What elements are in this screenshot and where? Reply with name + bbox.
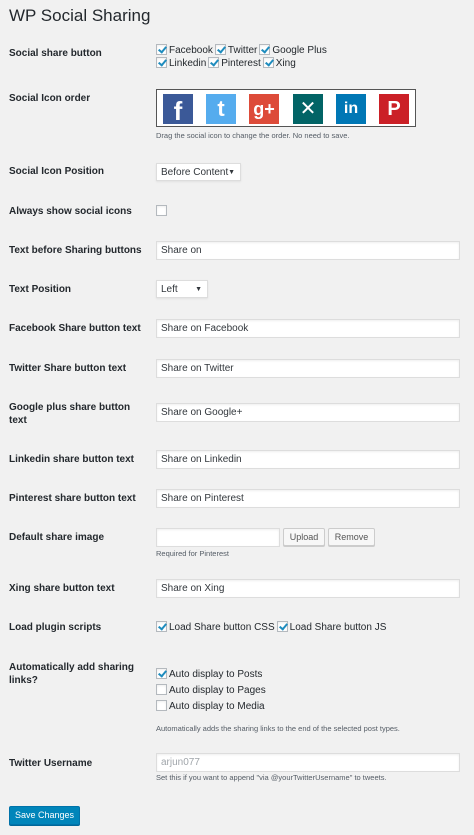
- facebook-checkbox[interactable]: [156, 44, 167, 55]
- always-show-label: Always show social icons: [9, 206, 132, 217]
- always-show-wrap: [156, 205, 167, 217]
- linkedin-option[interactable]: Linkedin: [156, 57, 206, 70]
- default-image-input[interactable]: [156, 528, 280, 547]
- text-position-label: Text Position: [9, 284, 72, 295]
- twitter-text-label: Twitter Share button text: [9, 363, 127, 374]
- load-css-checkbox[interactable]: [156, 621, 167, 632]
- social-share-button-label: Social share button: [9, 48, 102, 59]
- pinterest-checkbox[interactable]: [208, 57, 220, 68]
- text-before-input[interactable]: Share on: [156, 241, 460, 260]
- facebook-text-label: Facebook Share button text: [9, 323, 141, 334]
- xing-text-label: Xing share button text: [9, 583, 115, 594]
- twitter-username-label: Twitter Username: [9, 758, 93, 769]
- facebook-option[interactable]: Facebook: [156, 44, 213, 57]
- xing-option[interactable]: Xing: [262, 57, 296, 70]
- default-image-label: Default share image: [9, 532, 105, 543]
- twitter-option[interactable]: Twitter: [214, 44, 257, 57]
- always-show-checkbox[interactable]: [156, 205, 167, 216]
- icon-position-select[interactable]: Before Content ▼: [156, 163, 241, 181]
- auto-add-options: Auto display to Posts Auto display to Pa…: [156, 667, 268, 715]
- dropdown-arrow-icon: ▼: [195, 286, 202, 293]
- social-share-button-options: Facebook Twitter Google Plus Linkedin Pinte…: [156, 44, 356, 70]
- xing-checkbox[interactable]: [262, 57, 274, 68]
- xing-icon[interactable]: ✕: [293, 94, 323, 124]
- icon-order-label: Social Icon order: [9, 93, 91, 104]
- icon-order-box: f t g+ ✕ in P: [156, 89, 416, 127]
- twitter-username-input[interactable]: arjun077: [156, 753, 460, 772]
- dropdown-arrow-icon: ▼: [228, 169, 235, 176]
- auto-media-option[interactable]: Auto display to Media: [156, 699, 265, 715]
- remove-button[interactable]: Remove: [328, 528, 375, 546]
- pinterest-option[interactable]: Pinterest: [208, 57, 261, 70]
- linkedin-checkbox[interactable]: [156, 57, 167, 68]
- auto-posts-option[interactable]: Auto display to Posts: [156, 667, 262, 683]
- auto-pages-checkbox[interactable]: [156, 684, 167, 695]
- pinterest-text-label: Pinterest share button text: [9, 493, 136, 504]
- facebook-text-input[interactable]: Share on Facebook: [156, 319, 460, 338]
- googleplus-text-label: Google plus share button text: [9, 402, 131, 426]
- text-position-select[interactable]: Left ▼: [156, 280, 208, 298]
- auto-add-description: Automatically adds the sharing links to …: [156, 724, 400, 733]
- linkedin-text-label: Linkedin share button text: [9, 454, 135, 465]
- auto-add-label: Automatically add sharing links?: [9, 662, 135, 686]
- twitter-checkbox[interactable]: [214, 44, 226, 55]
- load-js-checkbox[interactable]: [276, 621, 288, 632]
- plugin-scripts-options: Load Share button CSS Load Share button J…: [156, 621, 456, 633]
- google-plus-checkbox[interactable]: [259, 44, 271, 55]
- auto-pages-option[interactable]: Auto display to Pages: [156, 683, 266, 699]
- twitter-username-description: Set this if you want to append "via @you…: [156, 773, 387, 782]
- icon-order-description: Drag the social icon to change the order…: [156, 131, 350, 140]
- google-plus-option[interactable]: Google Plus: [259, 44, 327, 57]
- auto-media-checkbox[interactable]: [156, 700, 167, 711]
- page-title: WP Social Sharing: [9, 6, 151, 25]
- upload-button[interactable]: Upload: [283, 528, 325, 546]
- xing-text-input[interactable]: Share on Xing: [156, 579, 460, 598]
- auto-posts-checkbox[interactable]: [156, 668, 167, 679]
- googleplus-text-input[interactable]: Share on Google+: [156, 403, 460, 422]
- pinterest-icon[interactable]: P: [379, 94, 409, 124]
- linkedin-text-input[interactable]: Share on Linkedin: [156, 450, 460, 469]
- google-plus-icon[interactable]: g+: [249, 94, 279, 124]
- load-css-option[interactable]: Load Share button CSS: [156, 621, 275, 633]
- plugin-scripts-label: Load plugin scripts: [9, 622, 102, 633]
- twitter-icon[interactable]: t: [206, 94, 236, 124]
- load-js-option[interactable]: Load Share button JS: [276, 621, 386, 633]
- default-image-description: Required for Pinterest: [156, 549, 229, 558]
- icon-position-label: Social Icon Position: [9, 166, 105, 177]
- pinterest-text-input[interactable]: Share on Pinterest: [156, 489, 460, 508]
- twitter-text-input[interactable]: Share on Twitter: [156, 359, 460, 378]
- save-changes-button[interactable]: Save Changes: [9, 806, 80, 825]
- linkedin-icon[interactable]: in: [336, 94, 366, 124]
- text-before-label: Text before Sharing buttons: [9, 245, 142, 256]
- facebook-icon[interactable]: f: [163, 94, 193, 124]
